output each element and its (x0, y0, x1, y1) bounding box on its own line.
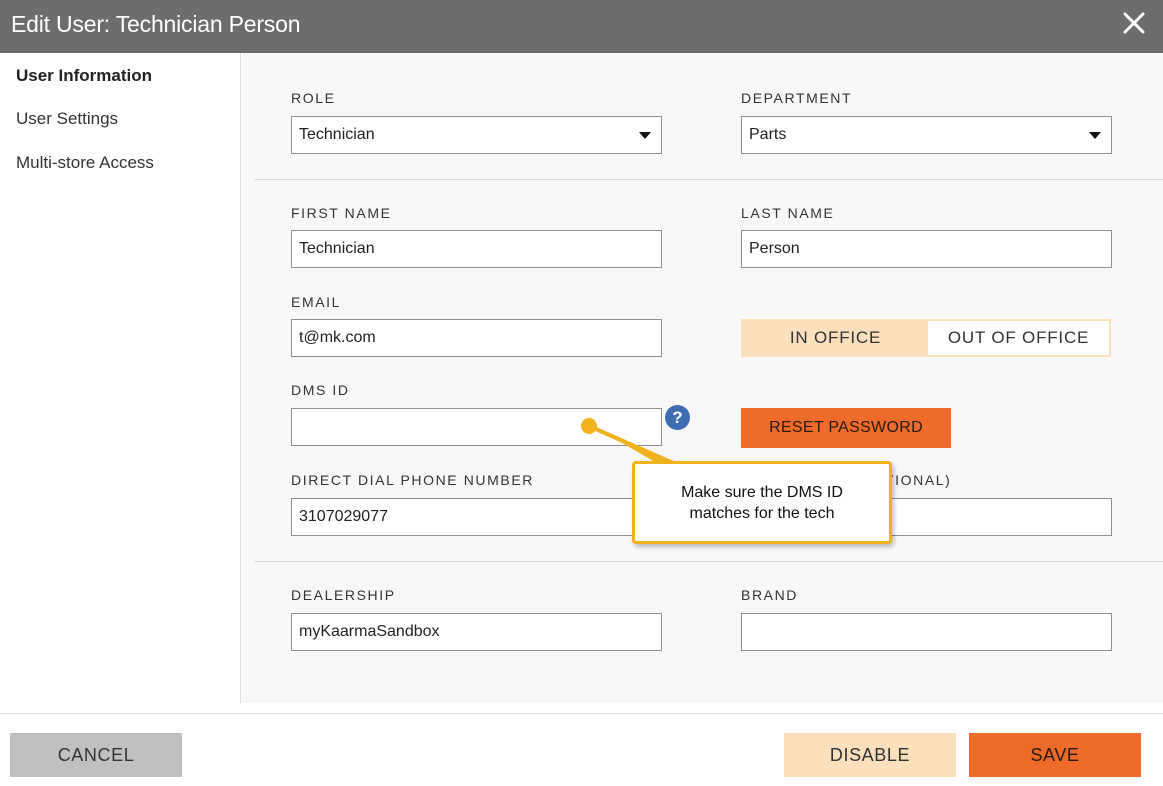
callout-tooltip: Make sure the DMS ID matches for the tec… (632, 461, 892, 544)
callout-text-line-1: Make sure the DMS ID (681, 484, 843, 501)
save-button[interactable]: SAVE (969, 733, 1141, 777)
callout-pointer (581, 418, 676, 466)
callout-text-line-2: matches for the tech (689, 505, 835, 522)
disable-button[interactable]: DISABLE (784, 733, 956, 777)
cancel-button[interactable]: CANCEL (10, 733, 182, 777)
